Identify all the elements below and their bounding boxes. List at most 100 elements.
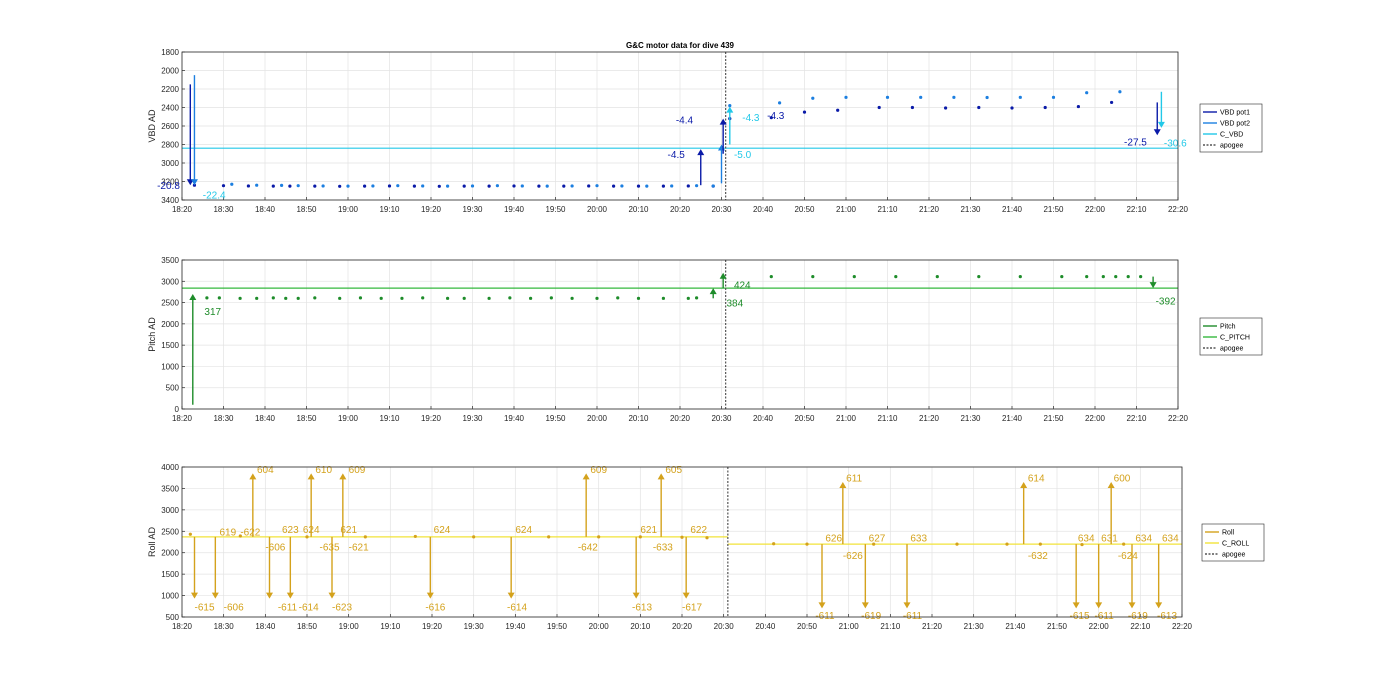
data-annotation: -606 [224, 602, 244, 613]
data-point [1101, 275, 1105, 279]
data-point [255, 183, 259, 187]
figure-title: G&C motor data for dive 439 [626, 41, 735, 50]
data-point [545, 184, 549, 188]
x-tick-label: 22:00 [1085, 205, 1106, 214]
x-tick-label: 19:30 [464, 622, 485, 631]
x-tick-label: 22:20 [1172, 622, 1193, 631]
x-tick-label: 19:40 [504, 414, 525, 423]
y-tick-label: 3000 [161, 506, 179, 515]
data-point [217, 296, 221, 300]
data-point [620, 184, 624, 188]
data-point [549, 296, 553, 300]
data-point [1038, 542, 1042, 546]
y-tick-label: 500 [166, 384, 180, 393]
data-annotation: 634 [1162, 534, 1179, 545]
data-point [695, 184, 699, 188]
data-point [836, 108, 840, 112]
data-annotation: -626 [843, 551, 863, 562]
data-annotation: -27.5 [1124, 138, 1147, 149]
x-tick-label: 19:10 [380, 622, 401, 631]
y-tick-label: 4000 [161, 463, 179, 472]
data-point [595, 296, 599, 300]
data-point [636, 296, 641, 300]
data-point [597, 535, 601, 539]
data-point [221, 184, 226, 188]
x-tick-label: 19:20 [421, 205, 442, 214]
y-tick-label: 3400 [161, 196, 179, 205]
x-tick-label: 18:40 [255, 622, 276, 631]
data-annotation: -611 [1095, 611, 1115, 622]
data-annotation: -4.4 [676, 116, 694, 127]
data-point [238, 296, 242, 300]
legend-entry: Pitch [1220, 324, 1236, 331]
data-point [919, 95, 923, 99]
data-annotation: -624 [1118, 551, 1138, 562]
data-annotation: -611 [903, 611, 923, 622]
x-tick-label: 21:50 [1047, 622, 1068, 631]
data-point [636, 184, 641, 188]
y-tick-label: 2400 [161, 104, 179, 113]
data-annotation: -619 [861, 611, 881, 622]
data-point [894, 275, 898, 279]
x-tick-label: 21:30 [964, 622, 985, 631]
x-tick-label: 19:50 [545, 414, 566, 423]
x-tick-label: 20:40 [753, 414, 774, 423]
data-point [462, 296, 466, 300]
data-annotation: -30.6 [1164, 139, 1187, 150]
data-point [1005, 542, 1009, 546]
data-point [616, 296, 620, 300]
x-tick-label: 19:30 [462, 414, 483, 423]
legend-entry: C_PITCH [1220, 335, 1250, 342]
x-tick-label: 22:00 [1085, 414, 1106, 423]
legend-entry: apogee [1220, 143, 1243, 150]
y-tick-label: 2500 [161, 527, 179, 536]
data-point [1010, 106, 1014, 110]
data-point [338, 296, 342, 300]
data-annotation: -392 [1156, 296, 1176, 307]
x-tick-label: 20:30 [711, 414, 732, 423]
data-annotation: 611 [846, 474, 862, 485]
data-point [1076, 104, 1080, 109]
x-tick-label: 20:50 [794, 205, 815, 214]
legend-entry: apogee [1220, 346, 1243, 353]
data-point [1051, 95, 1056, 99]
data-point [595, 184, 599, 188]
y-tick-label: 2000 [161, 320, 179, 329]
data-annotation: -613 [632, 602, 652, 613]
data-point [955, 542, 959, 546]
data-annotation: 634 [1078, 534, 1095, 545]
data-point [686, 184, 690, 188]
data-annotation: -614 [507, 602, 527, 613]
data-point [852, 275, 856, 279]
x-tick-label: 18:20 [172, 205, 193, 214]
data-point [612, 184, 616, 188]
data-annotation: -633 [653, 542, 673, 553]
data-annotation: -4.5 [668, 150, 686, 161]
x-tick-label: 21:10 [877, 205, 898, 214]
y-tick-label: 2000 [161, 67, 179, 76]
x-tick-label: 21:00 [836, 414, 857, 423]
x-tick-label: 19:50 [547, 622, 568, 631]
data-point [288, 184, 292, 188]
legend-entry: Roll [1222, 530, 1235, 537]
data-point [321, 184, 325, 188]
x-tick-label: 21:10 [877, 414, 898, 423]
x-tick-label: 18:40 [255, 414, 276, 423]
x-tick-label: 21:20 [919, 205, 940, 214]
x-tick-label: 22:10 [1126, 205, 1147, 214]
data-point [661, 184, 666, 188]
x-tick-label: 21:50 [1043, 205, 1064, 214]
data-point [396, 184, 400, 188]
data-point [977, 275, 981, 279]
data-point [587, 184, 591, 188]
data-point [487, 184, 491, 188]
data-annotation: -619 [1128, 611, 1148, 622]
x-tick-label: 18:30 [213, 205, 234, 214]
x-tick-label: 22:20 [1168, 205, 1189, 214]
legend-entry: VBD pot1 [1220, 110, 1250, 117]
data-point [844, 95, 848, 99]
y-tick-label: 0 [175, 405, 180, 414]
data-point [421, 296, 425, 300]
legend-entry: VBD pot2 [1220, 121, 1250, 128]
x-tick-label: 20:50 [797, 622, 818, 631]
